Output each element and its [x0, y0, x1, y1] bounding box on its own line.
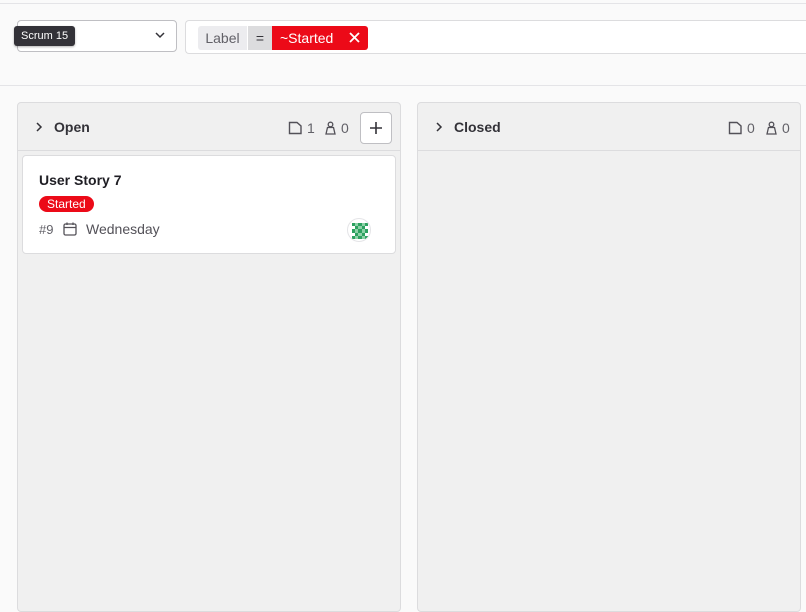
- issues-icon: [288, 121, 302, 135]
- token-label[interactable]: Label: [198, 26, 247, 50]
- board-name-tooltip: Scrum 15: [14, 26, 76, 46]
- user-count: 0: [324, 119, 349, 137]
- issue-title[interactable]: User Story 7: [39, 172, 121, 188]
- due-date: Wednesday: [86, 221, 160, 237]
- issue-count-value: 1: [307, 120, 315, 136]
- token-value-text: ~Started: [280, 30, 334, 46]
- assignee-avatar[interactable]: [347, 218, 371, 242]
- close-icon[interactable]: [349, 32, 360, 43]
- user-count-value: 0: [782, 120, 790, 136]
- list-title: Open: [54, 119, 90, 135]
- issue-reference: #9: [39, 222, 54, 237]
- board-list-open: Open 1 0 User Story 7 Started #9 Wednesd…: [17, 102, 401, 612]
- token-operator[interactable]: =: [248, 26, 272, 50]
- avatar-identicon: [352, 223, 368, 239]
- chevron-right-icon[interactable]: [434, 122, 444, 132]
- list-header: Open 1 0: [18, 103, 400, 151]
- issue-count-value: 0: [747, 120, 755, 136]
- board-filter-bar: Scrum 15 Label = ~Started: [0, 4, 806, 86]
- chevron-down-icon: [155, 32, 165, 39]
- user-count-value: 0: [341, 120, 349, 136]
- plus-icon: [370, 122, 382, 134]
- new-issue-button[interactable]: [360, 112, 392, 144]
- weight-icon: [766, 121, 777, 135]
- calendar-icon: [63, 222, 77, 236]
- user-count: 0: [765, 119, 790, 137]
- list-header: Closed 0 0: [418, 103, 800, 151]
- weight-icon: [325, 121, 336, 135]
- filtered-search-input[interactable]: Label = ~Started: [185, 20, 806, 54]
- token-value[interactable]: ~Started: [272, 26, 368, 50]
- board-list-closed: Closed 0 0: [417, 102, 801, 612]
- issue-card[interactable]: User Story 7 Started #9 Wednesday: [22, 155, 396, 254]
- issue-count: 1: [288, 119, 315, 137]
- chevron-right-icon[interactable]: [34, 122, 44, 132]
- issue-count: 0: [728, 119, 755, 137]
- issues-icon: [728, 121, 742, 135]
- list-title: Closed: [454, 119, 501, 135]
- label-badge[interactable]: Started: [39, 196, 94, 212]
